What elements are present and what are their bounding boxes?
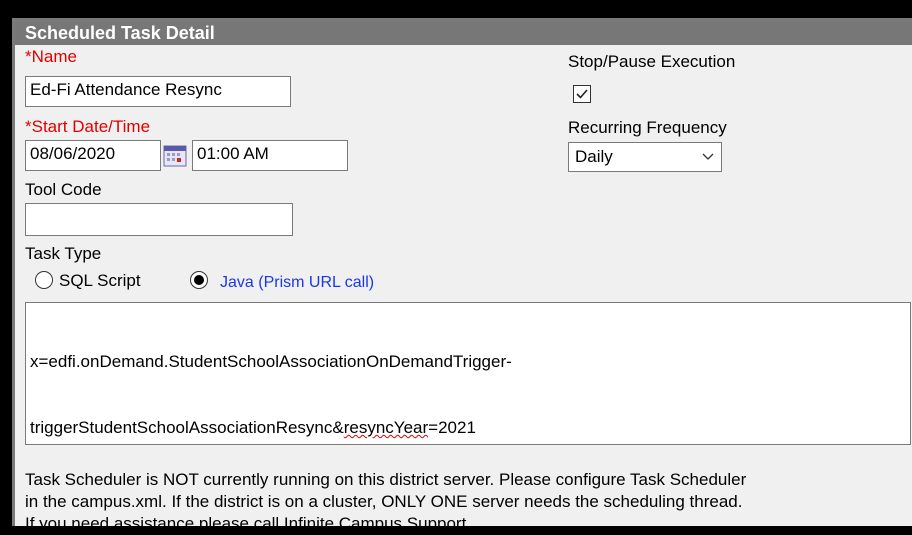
recurring-frequency-value: Daily: [575, 147, 613, 166]
recurring-frequency-label: Recurring Frequency: [568, 118, 727, 137]
script-line-2: triggerStudentSchoolAssociationResync&re…: [30, 418, 476, 437]
java-label: Java (Prism URL call): [220, 274, 375, 291]
notice-line-3: If you need assistance please call Infin…: [25, 514, 472, 533]
calendar-icon[interactable]: [161, 144, 189, 168]
notice-line-1: Task Scheduler is NOT currently running …: [25, 470, 747, 489]
panel-header: Scheduled Task Detail: [15, 21, 912, 45]
notice-line-2: in the campus.xml. If the district is on…: [25, 492, 743, 511]
chevron-down-icon: [701, 143, 715, 180]
tool-code-label: Tool Code: [25, 180, 102, 199]
tool-code-input[interactable]: [25, 203, 293, 236]
task-type-label: Task Type: [25, 244, 102, 263]
resize-grip-icon[interactable]: [897, 431, 907, 441]
java-radio[interactable]: [190, 271, 208, 289]
start-datetime-label: *Start Date/Time: [25, 117, 151, 136]
script-textarea[interactable]: x=edfi.onDemand.StudentSchoolAssociation…: [25, 302, 911, 445]
recurring-frequency-select[interactable]: Daily: [568, 142, 722, 172]
scheduled-task-panel: Scheduled Task Detail *Name Ed-Fi Attend…: [12, 18, 912, 533]
script-line-1: x=edfi.onDemand.StudentSchoolAssociation…: [30, 352, 512, 371]
start-date-input[interactable]: 08/06/2020: [25, 140, 161, 171]
sql-script-label: SQL Script: [59, 271, 141, 290]
stop-pause-checkbox[interactable]: [573, 85, 591, 103]
checkmark-icon: [576, 89, 588, 99]
scheduler-notice: Task Scheduler is NOT currently running …: [25, 469, 910, 535]
start-time-input[interactable]: 01:00 AM: [192, 140, 348, 171]
sql-script-radio[interactable]: [35, 271, 53, 289]
name-input[interactable]: Ed-Fi Attendance Resync: [25, 76, 291, 107]
name-label: *Name: [25, 47, 77, 66]
stop-pause-label: Stop/Pause Execution: [568, 52, 736, 71]
